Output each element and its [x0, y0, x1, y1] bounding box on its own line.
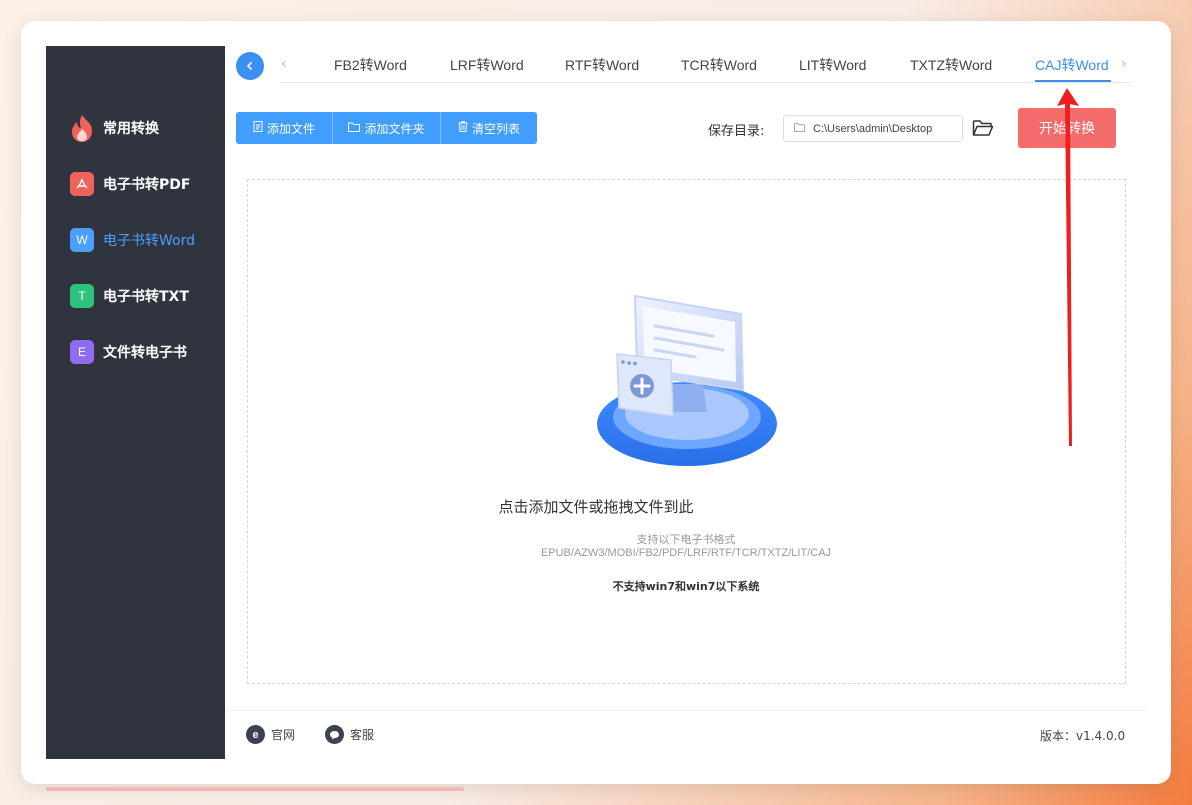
sidebar-item-pdf[interactable]: 电子书转PDF — [46, 164, 225, 204]
folder-icon — [794, 122, 805, 135]
progress-strip — [46, 787, 464, 791]
sidebar: 常用转换 电子书转PDF W 电子书转Word T 电子书转TXT E 文件转电… — [46, 46, 225, 759]
support-label: 支持以下电子书格式 — [636, 533, 736, 546]
browse-folder-icon[interactable] — [972, 118, 994, 138]
sidebar-item-label: 常用转换 — [103, 121, 159, 137]
system-warning: 不支持win7和win7以下系统 — [612, 580, 760, 593]
sidebar-item-txt[interactable]: T 电子书转TXT — [46, 276, 225, 316]
clear-list-button[interactable]: 清空列表 — [441, 112, 537, 144]
add-file-label: 添加文件 — [266, 121, 315, 136]
clear-list-label: 清空列表 — [471, 121, 520, 136]
file-icon — [253, 121, 263, 135]
footer-divider — [225, 710, 1146, 711]
ie-globe-icon: e — [246, 725, 265, 744]
file-button-group: 添加文件 添加文件夹 清空列表 — [236, 112, 537, 144]
drop-zone-title: 点击添加文件或拖拽文件到此 — [498, 498, 694, 516]
back-button[interactable] — [236, 52, 264, 80]
tabs-scroll-right-icon[interactable]: › — [1121, 56, 1127, 72]
chevron-left-icon — [246, 61, 253, 71]
tab-fb2-word[interactable]: FB2转Word — [334, 55, 407, 75]
start-convert-button[interactable]: 开始转换 — [1018, 108, 1116, 148]
pdf-icon — [70, 172, 94, 196]
tabs-scroll-left-icon[interactable]: ‹ — [281, 56, 287, 72]
website-link[interactable]: e 官网 — [246, 725, 295, 744]
tab-caj-word[interactable]: CAJ转Word — [1035, 55, 1109, 75]
sidebar-item-label: 电子书转Word — [103, 233, 195, 249]
add-folder-button[interactable]: 添加文件夹 — [333, 112, 441, 144]
support-label: 客服 — [350, 728, 375, 742]
sidebar-item-word[interactable]: W 电子书转Word — [46, 220, 225, 260]
sidebar-item-common[interactable]: 常用转换 — [46, 108, 225, 148]
fire-icon — [68, 113, 96, 143]
tab-lrf-word[interactable]: LRF转Word — [450, 55, 524, 75]
add-file-button[interactable]: 添加文件 — [236, 112, 333, 144]
tab-rtf-word[interactable]: RTF转Word — [565, 55, 639, 75]
supported-formats: EPUB/AZW3/MOBI/FB2/PDF/LRF/RTF/TCR/TXTZ/… — [540, 547, 832, 559]
word-icon: W — [70, 228, 94, 252]
sidebar-item-label: 电子书转PDF — [103, 177, 191, 193]
save-dir-label: 保存目录: — [708, 124, 765, 139]
tab-tcr-word[interactable]: TCR转Word — [681, 55, 757, 75]
sidebar-item-ebook[interactable]: E 文件转电子书 — [46, 332, 225, 372]
support-link[interactable]: 客服 — [325, 725, 374, 744]
version-label: 版本：v1.4.0.0 — [1040, 729, 1126, 743]
add-folder-label: 添加文件夹 — [364, 121, 425, 136]
upload-illustration-icon — [597, 294, 777, 466]
trash-icon — [458, 121, 468, 135]
ebook-icon: E — [70, 340, 94, 364]
save-path-value: C:\Users\admin\Desktop — [813, 122, 933, 135]
folder-icon — [348, 122, 361, 135]
save-path-input[interactable]: C:\Users\admin\Desktop — [783, 115, 963, 142]
tabs-divider — [280, 82, 1131, 83]
tab-lit-word[interactable]: LIT转Word — [799, 55, 866, 75]
active-tab-indicator — [1035, 80, 1111, 82]
sidebar-item-label: 文件转电子书 — [103, 345, 187, 361]
tab-txtz-word[interactable]: TXTZ转Word — [910, 55, 992, 75]
chat-bubble-icon — [325, 725, 344, 744]
txt-icon: T — [70, 284, 94, 308]
sidebar-item-label: 电子书转TXT — [103, 289, 189, 305]
website-label: 官网 — [271, 728, 296, 742]
